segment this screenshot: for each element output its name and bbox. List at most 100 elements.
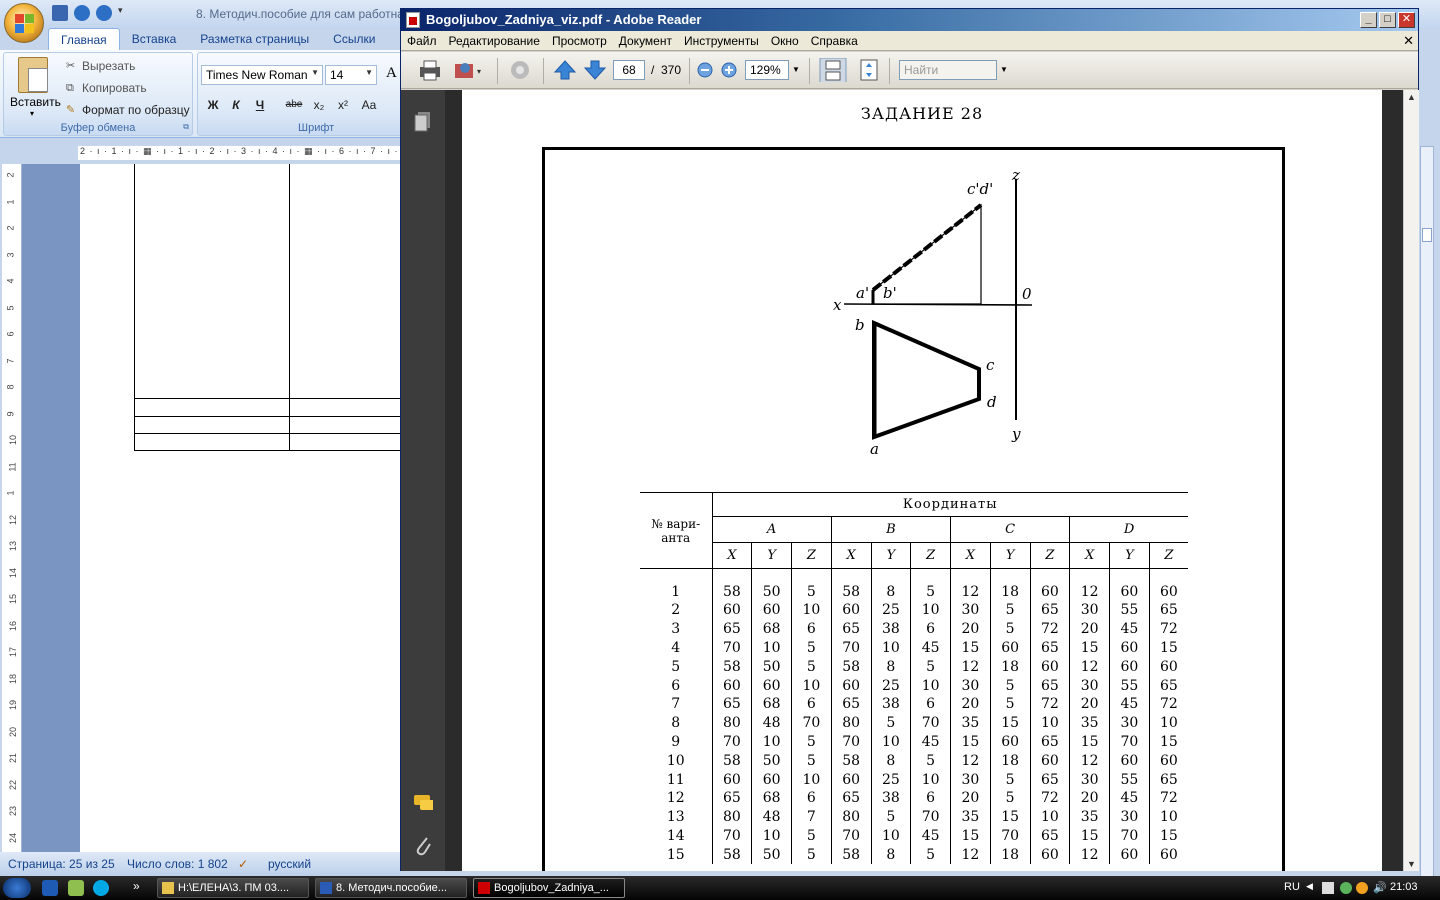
comments-icon[interactable] [413, 792, 433, 814]
spellcheck-icon[interactable]: ✓ [238, 857, 248, 871]
menu-tools[interactable]: Инструменты [678, 31, 765, 50]
coordinate-cell: 10 [870, 732, 911, 752]
paste-dropdown-icon[interactable]: ▾ [30, 109, 34, 118]
update-icon[interactable] [1356, 882, 1368, 894]
search-dropdown-icon[interactable]: ▼ [1000, 65, 1008, 74]
coordinate-cell: 60 [1148, 751, 1188, 771]
underline-button[interactable]: Ч [249, 95, 271, 115]
coordinate-cell: 70 [711, 732, 752, 752]
redo-icon[interactable] [96, 5, 112, 21]
vertical-ruler[interactable]: 2 1 2 3 4 5 6 7 8 9 10 11 1 12 13 14 15 16 17 18 19 20 21 22 23 2… [2, 164, 22, 852]
network-icon[interactable] [1322, 882, 1334, 894]
word-vertical-scrollbar[interactable] [1420, 146, 1434, 884]
ruler-number: 22 [8, 779, 19, 790]
coordinate-cell: 15 [1069, 638, 1110, 658]
dialog-launcher-icon[interactable]: ⧉ [183, 122, 189, 132]
volume-icon[interactable]: 🔊 [1373, 881, 1387, 894]
menu-help[interactable]: Справка [805, 31, 864, 50]
ruler-number: 7 [5, 357, 16, 364]
coordinate-cell: 10 [1148, 807, 1188, 827]
menu-window[interactable]: Окно [765, 31, 805, 50]
tab-references[interactable]: Ссылки [321, 28, 387, 50]
task-word[interactable]: 8. Методич.пособие... [315, 878, 467, 898]
task-reader[interactable]: Bogoljubov_Zadniya_... [473, 878, 625, 898]
skype-icon[interactable] [93, 880, 109, 896]
axis-header: Y [1109, 542, 1150, 569]
scrolling-mode-icon[interactable] [819, 58, 847, 82]
next-page-icon[interactable] [583, 58, 607, 82]
customize-qat-icon[interactable]: ▾ [118, 5, 126, 21]
superscript-button[interactable]: x² [332, 95, 354, 115]
app-quick-launch-icon[interactable] [68, 880, 84, 896]
change-case-button[interactable]: Aa [358, 95, 380, 115]
minimize-button[interactable]: _ [1360, 12, 1377, 28]
clock[interactable]: 21:03 [1390, 881, 1418, 893]
menu-file[interactable]: Файл [401, 31, 443, 50]
pdf-vertical-scrollbar[interactable]: ▲ ▼ [1403, 90, 1419, 871]
paste-button[interactable]: Вставить [10, 95, 61, 109]
menu-edit[interactable]: Редактирование [443, 31, 546, 50]
cut-button[interactable]: ✂ Вырезать [66, 59, 135, 73]
word-count-status[interactable]: Число слов: 1 802 [127, 857, 228, 871]
scroll-down-icon[interactable]: ▼ [1407, 859, 1416, 869]
font-size-select[interactable]: 14 ▼ [325, 65, 377, 85]
axis-header: Z [910, 542, 951, 569]
antivirus-icon[interactable] [1340, 882, 1352, 894]
search-input[interactable]: Найти [899, 60, 997, 80]
coordinate-cell: 35 [950, 713, 991, 733]
coordinate-cell: 5 [791, 826, 832, 846]
menu-document[interactable]: Документ [613, 31, 678, 50]
language-status[interactable]: русский [268, 857, 311, 871]
copy-button[interactable]: ⧉ Копировать [66, 81, 147, 95]
fit-page-icon[interactable] [857, 58, 881, 82]
tab-page-layout[interactable]: Разметка страницы [188, 28, 321, 50]
horizontal-ruler[interactable]: 2 · ı · 1 · ı · ▦ · ı · 1 · ı · 2 · ı · … [0, 144, 400, 162]
word-scroll-thumb[interactable] [1422, 228, 1432, 242]
taskbar-overflow-icon[interactable]: » [133, 879, 140, 893]
start-button[interactable] [3, 878, 31, 898]
strikethrough-button[interactable]: abe [283, 95, 305, 115]
page-count-status[interactable]: Страница: 25 из 25 [8, 857, 115, 871]
undo-icon[interactable] [74, 5, 90, 21]
language-indicator[interactable]: RU [1284, 881, 1300, 893]
coordinate-cell: 6 [910, 619, 951, 639]
tab-insert[interactable]: Вставка [120, 28, 189, 50]
ribbon: Вставить ▾ ✂ Вырезать ⧉ Копировать ✎ Формат… [0, 50, 407, 138]
font-name-select[interactable]: Times New Roman ▼ [201, 65, 323, 85]
scroll-up-icon[interactable]: ▲ [1407, 92, 1416, 102]
subscript-button[interactable]: x₂ [308, 95, 330, 115]
attachments-icon[interactable] [413, 834, 433, 856]
task-explorer[interactable]: H:\ЕЛЕНА\3. ПМ 03.... [157, 878, 309, 898]
coordinate-cell: 72 [1029, 694, 1070, 714]
pdf-viewport[interactable]: ЗАДАНИЕ 28 c'd' z a' b' x 0 b c d y a № … [445, 90, 1403, 871]
save-icon[interactable] [52, 5, 68, 21]
paste-icon[interactable] [18, 57, 48, 93]
close-document-button[interactable]: ✕ [1403, 33, 1414, 49]
page-number-input[interactable]: 68 [613, 60, 645, 80]
word-quick-launch-icon[interactable] [42, 880, 58, 896]
zoom-in-icon[interactable] [719, 58, 739, 82]
coordinate-cell: 10 [791, 601, 832, 620]
italic-button[interactable]: К [225, 95, 247, 115]
tab-home[interactable]: Главная [48, 28, 120, 50]
table-border [289, 164, 290, 451]
print-icon[interactable] [417, 58, 443, 82]
bold-button[interactable]: Ж [202, 95, 224, 115]
zoom-out-icon[interactable] [695, 58, 715, 82]
document-page[interactable] [80, 164, 400, 852]
close-button[interactable]: ✕ [1398, 12, 1415, 28]
grow-font-button[interactable]: A [386, 65, 397, 82]
format-painter-button[interactable]: ✎ Формат по образцу [66, 103, 190, 117]
zoom-input[interactable]: 129% [745, 60, 789, 80]
office-button[interactable] [4, 3, 44, 43]
previous-page-icon[interactable] [553, 58, 577, 82]
menu-view[interactable]: Просмотр [546, 31, 613, 50]
pages-icon[interactable] [413, 110, 433, 132]
email-icon[interactable]: ▾ [453, 58, 485, 82]
maximize-button[interactable]: □ [1379, 12, 1396, 28]
zoom-dropdown-icon[interactable]: ▼ [792, 65, 800, 74]
ruler-number: 4 [5, 278, 16, 284]
tray-arrow-icon[interactable]: ◀ [1306, 881, 1313, 892]
collaborate-icon[interactable] [507, 58, 533, 82]
coordinates-header: Координаты [711, 492, 1188, 517]
